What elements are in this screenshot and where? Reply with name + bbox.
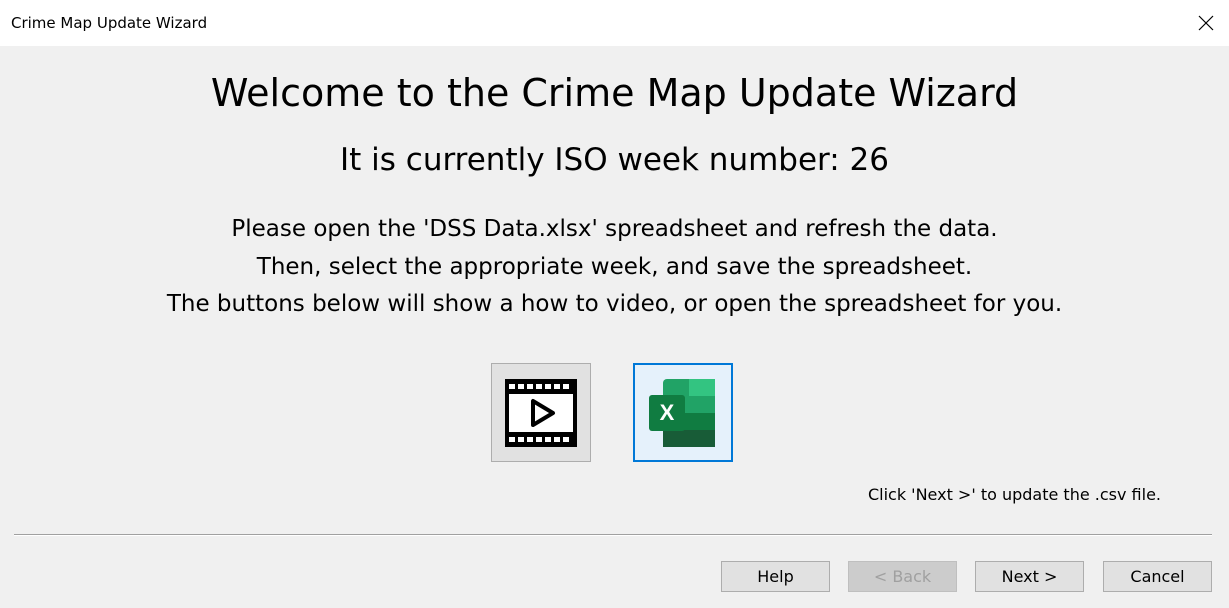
- iso-week-heading: It is currently ISO week number: 26: [340, 142, 889, 178]
- footer-divider: [14, 534, 1212, 536]
- video-play-icon: [505, 378, 577, 447]
- next-button[interactable]: Next >: [975, 561, 1084, 592]
- instruction-line-1: Please open the 'DSS Data.xlsx' spreadsh…: [231, 216, 998, 242]
- wizard-window: Crime Map Update Wizard Welcome to the C…: [0, 0, 1229, 608]
- help-button[interactable]: Help: [721, 561, 830, 592]
- welcome-heading: Welcome to the Crime Map Update Wizard: [210, 71, 1019, 115]
- open-spreadsheet-button[interactable]: X: [633, 363, 733, 462]
- window-title: Crime Map Update Wizard: [11, 14, 208, 32]
- back-button[interactable]: < Back: [848, 561, 957, 592]
- close-button[interactable]: [1183, 0, 1229, 46]
- cancel-button[interactable]: Cancel: [1103, 561, 1212, 592]
- instruction-line-3: The buttons below will show a how to vid…: [166, 291, 1063, 317]
- title-bar: Crime Map Update Wizard: [0, 0, 1229, 46]
- excel-icon: X: [649, 378, 715, 447]
- excel-icon-letter: X: [660, 400, 675, 425]
- close-icon: [1198, 15, 1214, 31]
- next-hint-text: Click 'Next >' to update the .csv file.: [867, 485, 1161, 504]
- how-to-video-button[interactable]: [491, 363, 591, 462]
- instruction-line-2: Then, select the appropriate week, and s…: [256, 254, 973, 280]
